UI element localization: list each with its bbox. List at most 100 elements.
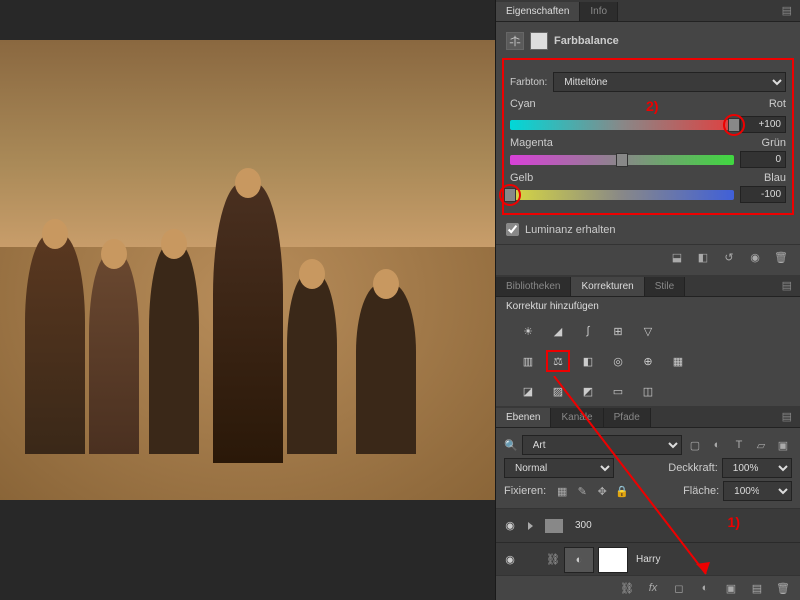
magenta-label: Magenta xyxy=(510,137,553,149)
reset-icon[interactable]: ↺ xyxy=(720,249,738,265)
exposure-icon[interactable]: ⊞ xyxy=(606,320,630,342)
brightness-icon[interactable]: ☀ xyxy=(516,320,540,342)
link-icon[interactable]: ⛓ xyxy=(546,553,560,566)
channel-mixer-icon[interactable]: ⊕ xyxy=(636,350,660,372)
filter-pixel-icon[interactable]: ▢ xyxy=(686,437,704,453)
hue-sat-icon[interactable]: ▥ xyxy=(516,350,540,372)
new-group-icon[interactable]: ▣ xyxy=(722,580,740,596)
layer-group-300[interactable]: ◉ 300 xyxy=(496,509,800,543)
add-mask-icon[interactable]: ◻ xyxy=(670,580,688,596)
selective-color-icon[interactable]: ◫ xyxy=(636,380,660,402)
clip-to-layer-icon[interactable]: ⬓ xyxy=(668,249,686,265)
lock-all-icon[interactable]: 🔒 xyxy=(614,483,630,499)
bw-icon[interactable]: ◧ xyxy=(576,350,600,372)
layer-mask[interactable] xyxy=(598,547,628,573)
properties-button-row: ⬓ ◧ ↺ ◉ 🗑 xyxy=(496,244,800,269)
magenta-green-slider[interactable] xyxy=(510,155,734,165)
folder-icon xyxy=(545,519,563,533)
libraries-tabs: Bibliotheken Korrekturen Stile ▤ xyxy=(496,275,800,297)
vibrance-icon[interactable]: ▽ xyxy=(636,320,660,342)
preserve-luminosity-checkbox[interactable]: Luminanz erhalten xyxy=(496,219,800,240)
curves-icon[interactable]: ∫ xyxy=(576,320,600,342)
layers-panel: 🔍 Art ▢ ◐ T ▱ ▣ Normal Deckkraft: 100% F… xyxy=(496,428,800,600)
tone-label: Farbton: xyxy=(510,77,547,88)
blau-label: Blau xyxy=(764,172,786,184)
adjustment-thumb: ◐ xyxy=(564,547,594,573)
opacity-label: Deckkraft: xyxy=(668,462,718,474)
gradient-map-icon[interactable]: ▭ xyxy=(606,380,630,402)
rot-label: Rot xyxy=(769,98,786,114)
properties-title: Farbbalance xyxy=(554,35,619,47)
panel-menu-icon[interactable]: ▤ xyxy=(774,275,800,296)
delete-layer-icon[interactable]: 🗑 xyxy=(774,580,792,596)
tab-eigenschaften[interactable]: Eigenschaften xyxy=(496,2,580,21)
tab-ebenen[interactable]: Ebenen xyxy=(496,408,551,427)
lock-position-icon[interactable]: ✥ xyxy=(594,483,610,499)
cyan-label: Cyan xyxy=(510,98,536,114)
photo-filter-icon[interactable]: ◎ xyxy=(606,350,630,372)
mask-icon xyxy=(530,32,548,50)
layer-list[interactable]: ◉ 300 ◉ ⛓ ◐ Harry ◉ ⛓ ⚖ Farbbalance 4 xyxy=(496,509,800,575)
tab-pfade[interactable]: Pfade xyxy=(604,408,651,427)
document-canvas[interactable] xyxy=(0,0,495,600)
delete-icon[interactable]: 🗑 xyxy=(772,249,790,265)
balance-icon xyxy=(506,32,524,50)
tab-kanaele[interactable]: Kanäle xyxy=(551,408,603,427)
tone-dropdown[interactable]: Mitteltöne xyxy=(553,72,786,92)
annotation-box-2: Farbton: Mitteltöne Cyan 2) Rot xyxy=(502,58,794,215)
color-lookup-icon[interactable]: ▦ xyxy=(666,350,690,372)
link-layers-icon[interactable]: ⛓ xyxy=(618,580,636,596)
add-adjustment-label: Korrektur hinzufügen xyxy=(496,297,800,316)
filter-search-icon[interactable]: 🔍 xyxy=(504,439,518,452)
lock-pixels-icon[interactable]: ✎ xyxy=(574,483,590,499)
properties-panel: Farbbalance Farbton: Mitteltöne Cyan 2) … xyxy=(496,22,800,275)
layers-footer: ⛓ fx ◻ ◐ ▣ ▤ 🗑 xyxy=(496,575,800,600)
lock-transparent-icon[interactable]: ▦ xyxy=(554,483,570,499)
panel-menu-icon[interactable]: ▤ xyxy=(774,0,800,21)
new-adjustment-icon[interactable]: ◐ xyxy=(696,580,714,596)
yellow-blue-handle[interactable] xyxy=(504,188,516,202)
levels-icon[interactable]: ◢ xyxy=(546,320,570,342)
layers-tabs: Ebenen Kanäle Pfade ▤ xyxy=(496,406,800,428)
filter-smart-icon[interactable]: ▣ xyxy=(774,437,792,453)
new-layer-icon[interactable]: ▤ xyxy=(748,580,766,596)
lock-label: Fixieren: xyxy=(504,485,546,497)
cyan-red-value[interactable] xyxy=(740,116,786,133)
yellow-blue-slider[interactable] xyxy=(510,190,734,200)
magenta-green-handle[interactable] xyxy=(616,153,628,167)
layer-filter-kind[interactable]: Art xyxy=(522,435,682,455)
yellow-blue-value[interactable] xyxy=(740,186,786,203)
magenta-green-value[interactable] xyxy=(740,151,786,168)
expand-icon[interactable] xyxy=(528,522,533,530)
blend-mode-dropdown[interactable]: Normal xyxy=(504,458,614,478)
photo-preview xyxy=(0,40,495,500)
cyan-red-slider[interactable] xyxy=(510,120,734,130)
properties-tabs: Eigenschaften Info ▤ xyxy=(496,0,800,22)
gruen-label: Grün xyxy=(762,137,786,149)
tab-stile[interactable]: Stile xyxy=(645,277,685,296)
fill-label: Fläche: xyxy=(683,485,719,497)
filter-type-icon[interactable]: T xyxy=(730,437,748,453)
panel-menu-icon[interactable]: ▤ xyxy=(774,406,800,427)
tab-korrekturen[interactable]: Korrekturen xyxy=(571,277,644,296)
fill-value[interactable]: 100% xyxy=(723,481,792,501)
layer-harry[interactable]: ◉ ⛓ ◐ Harry xyxy=(496,543,800,575)
visibility-toggle[interactable]: ◉ xyxy=(500,519,520,532)
color-balance-icon[interactable]: ⚖ xyxy=(546,350,570,372)
visibility-toggle[interactable]: ◉ xyxy=(500,553,520,566)
tab-info[interactable]: Info xyxy=(580,2,618,21)
threshold-icon[interactable]: ◩ xyxy=(576,380,600,402)
view-previous-icon[interactable]: ◧ xyxy=(694,249,712,265)
invert-icon[interactable]: ◪ xyxy=(516,380,540,402)
tab-bibliotheken[interactable]: Bibliotheken xyxy=(496,277,571,296)
cyan-red-handle[interactable] xyxy=(728,118,740,132)
fx-icon[interactable]: fx xyxy=(644,580,662,596)
opacity-value[interactable]: 100% xyxy=(722,458,792,478)
filter-adj-icon[interactable]: ◐ xyxy=(708,437,726,453)
filter-shape-icon[interactable]: ▱ xyxy=(752,437,770,453)
gelb-label: Gelb xyxy=(510,172,533,184)
right-panel-stack: Eigenschaften Info ▤ Farbbalance Farbton… xyxy=(495,0,800,600)
annotation-2: 2) xyxy=(646,98,658,114)
toggle-visibility-icon[interactable]: ◉ xyxy=(746,249,764,265)
posterize-icon[interactable]: ▨ xyxy=(546,380,570,402)
